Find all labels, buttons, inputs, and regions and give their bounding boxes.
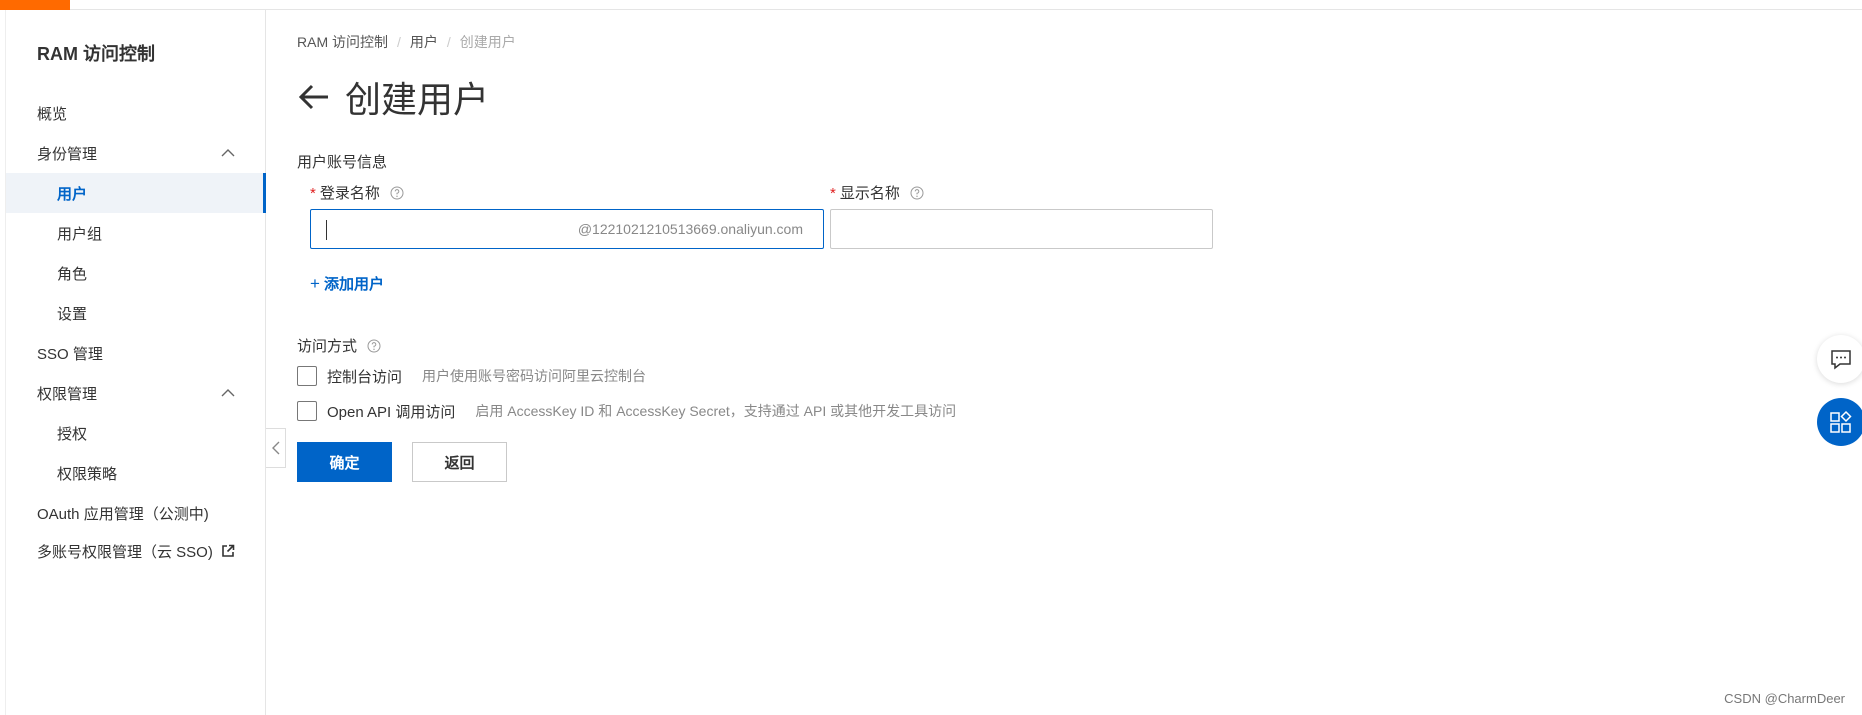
external-link-icon: [222, 544, 235, 557]
sidebar-item-roles[interactable]: 角色: [6, 253, 266, 293]
sidebar-item-label: SSO 管理: [37, 345, 103, 363]
chevron-up-icon[interactable]: [220, 145, 236, 161]
sidebar-item-label: 概览: [37, 105, 68, 123]
chevron-up-icon[interactable]: [220, 385, 236, 401]
display-name-label-text: 显示名称: [839, 185, 900, 202]
sidebar-item-label: 授权: [57, 425, 88, 443]
login-name-label: * 登录名称: [310, 182, 404, 203]
access-option-console: 控制台访问 用户使用账号密码访问阿里云控制台: [297, 365, 646, 387]
sidebar-item-policies[interactable]: 权限策略: [6, 453, 266, 493]
sidebar-item-label: 多账号权限管理（云 SSO): [37, 543, 213, 561]
display-name-label: * 显示名称: [830, 182, 924, 203]
sidebar-item-overview[interactable]: 概览: [6, 93, 266, 133]
display-name-input[interactable]: [830, 209, 1213, 249]
breadcrumb-item-ram[interactable]: RAM 访问控制: [297, 34, 388, 50]
apps-grid-icon: [1830, 410, 1852, 433]
back-button[interactable]: 返回: [412, 442, 507, 482]
watermark: CSDN @CharmDeer: [1724, 691, 1845, 706]
access-method-label-text: 访问方式: [297, 338, 358, 355]
breadcrumb-separator: /: [397, 34, 401, 50]
sidebar-item-label: 用户组: [57, 225, 103, 243]
console-access-checkbox[interactable]: [297, 366, 317, 386]
page-title: 创建用户: [345, 79, 490, 120]
text-caret: [326, 220, 327, 240]
page-header: 创建用户: [297, 72, 489, 122]
confirm-button[interactable]: 确定: [297, 442, 392, 482]
add-user-button[interactable]: + 添加用户: [310, 273, 384, 294]
sidebar-collapse-handle[interactable]: [266, 428, 286, 468]
section-account-info: 用户账号信息: [297, 154, 388, 171]
sidebar-item-cloud-sso[interactable]: 多账号权限管理（云 SSO): [6, 531, 266, 571]
sidebar-title: RAM 访问控制: [37, 44, 155, 64]
breadcrumb-item-current: 创建用户: [459, 34, 516, 50]
add-user-label: 添加用户: [323, 276, 384, 293]
sidebar-item-identity[interactable]: 身份管理: [6, 133, 266, 173]
openapi-access-description: 启用 AccessKey ID 和 AccessKey Secret，支持通过 …: [475, 403, 957, 419]
sidebar-item-settings[interactable]: 设置: [6, 293, 266, 333]
arrow-left-icon[interactable]: [297, 80, 331, 114]
question-circle-icon[interactable]: [390, 186, 404, 200]
sidebar-item-label: 角色: [57, 265, 88, 283]
sidebar-item-label: 用户: [57, 185, 88, 203]
sidebar-item-label: OAuth 应用管理（公测中): [37, 505, 209, 523]
top-bar: [0, 0, 1862, 10]
login-name-domain-suffix: @1221021210513669.onaliyun.com: [577, 221, 803, 237]
sidebar-item-label: 身份管理: [37, 145, 98, 163]
question-circle-icon[interactable]: [367, 339, 381, 353]
main-content: RAM 访问控制 / 用户 / 创建用户 创建用户 用户账号信息 * 登录名称 * 显示名称…: [297, 10, 1797, 715]
sidebar-item-sso[interactable]: SSO 管理: [6, 333, 266, 373]
breadcrumb-item-users[interactable]: 用户: [410, 34, 438, 50]
login-name-input[interactable]: @1221021210513669.onaliyun.com: [310, 209, 824, 249]
sidebar-item-oauth[interactable]: OAuth 应用管理（公测中): [6, 493, 266, 533]
apps-float-button[interactable]: [1817, 398, 1862, 446]
chevron-left-icon: [271, 441, 279, 455]
plus-icon: +: [310, 274, 320, 293]
sidebar-item-users[interactable]: 用户: [6, 173, 266, 213]
sidebar-item-label: 权限策略: [57, 465, 118, 483]
sidebar-item-label: 权限管理: [37, 385, 98, 403]
chat-bubble-icon: [1831, 350, 1851, 370]
console-access-description: 用户使用账号密码访问阿里云控制台: [422, 368, 647, 384]
sidebar: RAM 访问控制 概览 身份管理 用户 用户组 角色 设置 SSO 管理 权限管…: [0, 10, 266, 715]
openapi-access-checkbox[interactable]: [297, 401, 317, 421]
brand-logo[interactable]: [0, 0, 70, 10]
sidebar-item-permissions[interactable]: 权限管理: [6, 373, 266, 413]
access-option-openapi: Open API 调用访问 启用 AccessKey ID 和 AccessKe…: [297, 400, 956, 422]
chat-float-button[interactable]: [1817, 335, 1862, 383]
login-name-label-text: 登录名称: [319, 185, 380, 202]
required-mark: *: [310, 185, 316, 202]
breadcrumb-separator: /: [446, 34, 451, 50]
sidebar-item-user-groups[interactable]: 用户组: [6, 213, 266, 253]
sidebar-item-label: 设置: [57, 305, 88, 323]
sidebar-item-grants[interactable]: 授权: [6, 413, 266, 453]
openapi-access-label[interactable]: Open API 调用访问: [327, 401, 455, 422]
access-method-label: 访问方式: [297, 335, 381, 356]
required-mark: *: [830, 185, 836, 202]
question-circle-icon[interactable]: [910, 186, 924, 200]
breadcrumb: RAM 访问控制 / 用户 / 创建用户: [297, 32, 516, 52]
console-access-label[interactable]: 控制台访问: [327, 366, 402, 387]
